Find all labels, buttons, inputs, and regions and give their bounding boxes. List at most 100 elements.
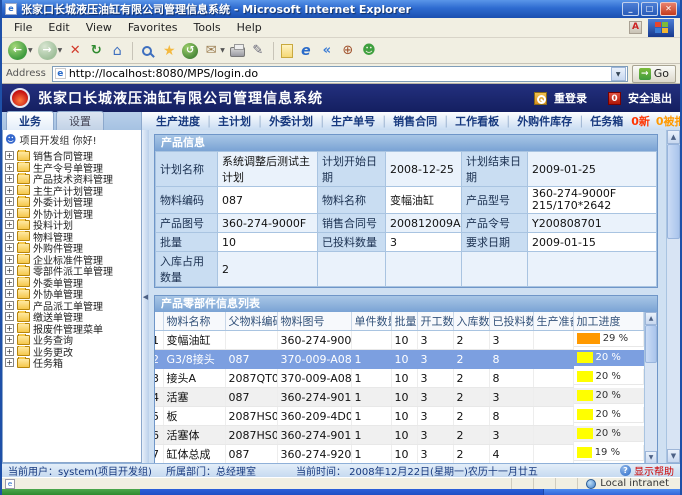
refresh-icon[interactable]: ↻ xyxy=(88,43,104,59)
acrobat-icon[interactable]: A xyxy=(629,21,642,34)
back-button[interactable]: ←▼ xyxy=(8,41,33,60)
logout-icon[interactable]: 0 xyxy=(608,92,621,105)
sidebar-item-8[interactable]: +外购件管理 xyxy=(5,242,141,254)
main-scrollbar[interactable]: ▲ ▼ xyxy=(666,130,680,463)
sidebar-item-17[interactable]: +业务更改 xyxy=(5,346,141,358)
nav-item-3[interactable]: 生产单号 xyxy=(331,115,375,128)
search-icon[interactable] xyxy=(142,46,152,56)
expand-icon[interactable]: + xyxy=(5,174,14,183)
expand-icon[interactable]: + xyxy=(5,243,14,252)
print-icon[interactable] xyxy=(230,47,245,57)
forward-dropdown-icon[interactable]: ▼ xyxy=(58,47,63,54)
menu-view[interactable]: View xyxy=(78,19,120,36)
menu-file[interactable]: File xyxy=(6,19,40,36)
start-button[interactable] xyxy=(2,489,140,495)
sidebar-item-12[interactable]: +外协单管理 xyxy=(5,288,141,300)
home-icon[interactable]: ⌂ xyxy=(109,43,125,59)
table-row[interactable]: 3接头A2087QT002370-009-A085011032820 % xyxy=(155,369,644,388)
research-icon[interactable]: ⊕ xyxy=(340,43,356,59)
expand-icon[interactable]: + xyxy=(5,266,14,275)
sidebar-item-4[interactable]: +外委计划管理 xyxy=(5,196,141,208)
sidebar-item-13[interactable]: +产品派工单管理 xyxy=(5,300,141,312)
stop-icon[interactable]: ✕ xyxy=(67,43,83,59)
scroll-thumb[interactable] xyxy=(667,144,680,239)
minimize-button[interactable]: _ xyxy=(622,2,639,16)
scroll-thumb[interactable] xyxy=(645,325,657,363)
back-dropdown-icon[interactable]: ▼ xyxy=(28,47,33,54)
expand-icon[interactable]: + xyxy=(5,347,14,356)
sidebar-item-18[interactable]: +任务箱 xyxy=(5,357,141,369)
relogin-icon[interactable] xyxy=(534,92,547,105)
table-row[interactable]: 1变幅油缸360-274-9000F1032329 % xyxy=(155,331,644,350)
forward-button[interactable]: →▼ xyxy=(38,41,63,60)
table-row[interactable]: 4活塞087360-274-9010F11032320 % xyxy=(155,388,644,407)
sidebar-item-3[interactable]: +主生产计划管理 xyxy=(5,185,141,197)
expand-icon[interactable]: + xyxy=(5,312,14,321)
scroll-up-icon[interactable]: ▲ xyxy=(667,130,680,144)
expand-icon[interactable]: + xyxy=(5,197,14,206)
sidebar-item-2[interactable]: +产品技术资料管理 xyxy=(5,173,141,185)
tab-settings[interactable]: 设置 xyxy=(56,111,104,130)
scroll-down-icon[interactable]: ▼ xyxy=(645,451,657,463)
nav-item-4[interactable]: 销售合同 xyxy=(393,115,437,128)
maximize-button[interactable]: □ xyxy=(641,2,658,16)
expand-icon[interactable]: + xyxy=(5,163,14,172)
sidebar-item-11[interactable]: +外委单管理 xyxy=(5,277,141,289)
nav-item-2[interactable]: 外委计划 xyxy=(269,115,313,128)
parts-vscrollbar[interactable]: ▲ ▼ xyxy=(644,312,657,463)
nav-item-6[interactable]: 外购件库存 xyxy=(517,115,572,128)
messenger-icon[interactable]: ☻ xyxy=(361,43,377,59)
mail-button[interactable]: ✉▼ xyxy=(203,43,225,59)
expand-icon[interactable]: + xyxy=(5,289,14,298)
menu-help[interactable]: Help xyxy=(229,19,270,36)
nav-item-1[interactable]: 主计划 xyxy=(218,115,251,128)
menu-edit[interactable]: Edit xyxy=(40,19,77,36)
splitter[interactable]: ◀ xyxy=(142,130,149,463)
sidebar-item-9[interactable]: +企业标准件管理 xyxy=(5,254,141,266)
show-help-button[interactable]: ? 显示帮助 xyxy=(620,463,674,477)
expand-icon[interactable]: + xyxy=(5,255,14,264)
nav-item-5[interactable]: 工作看板 xyxy=(455,115,499,128)
expand-icon[interactable]: + xyxy=(5,278,14,287)
relogin-button[interactable]: 重登录 xyxy=(554,90,587,106)
sidebar-item-5[interactable]: +外协计划管理 xyxy=(5,208,141,220)
sidebar-item-14[interactable]: +缴送单管理 xyxy=(5,311,141,323)
compose-icon[interactable] xyxy=(281,44,293,58)
msn-icon[interactable]: « xyxy=(319,43,335,59)
table-row[interactable]: 5板2087HS002360-209-4D01011032820 % xyxy=(155,407,644,426)
expand-icon[interactable]: + xyxy=(5,335,14,344)
expand-icon[interactable]: + xyxy=(5,220,14,229)
go-button[interactable]: →Go xyxy=(632,65,676,83)
history-icon[interactable]: ↺ xyxy=(182,43,198,59)
sidebar-item-15[interactable]: +报废件管理菜单 xyxy=(5,323,141,335)
mail-dropdown-icon[interactable]: ▼ xyxy=(220,47,225,54)
edit-icon[interactable]: ✎ xyxy=(250,43,266,59)
tab-business[interactable]: 业务 xyxy=(6,111,54,130)
expand-icon[interactable]: + xyxy=(5,301,14,310)
table-row[interactable]: 6活塞体2087HS002360-274-9011W11032320 % xyxy=(155,426,644,445)
scroll-up-icon[interactable]: ▲ xyxy=(645,312,657,325)
expand-icon[interactable]: + xyxy=(5,232,14,241)
logout-button[interactable]: 安全退出 xyxy=(628,90,672,106)
sidebar-item-6[interactable]: +投料计划 xyxy=(5,219,141,231)
address-input[interactable] xyxy=(69,67,611,81)
close-button[interactable]: ✕ xyxy=(660,2,677,16)
table-row[interactable]: 7缸体总成087360-274-9200F11032419 % xyxy=(155,445,644,464)
table-row[interactable]: 2G3/8接头087370-009-A084011032820 % xyxy=(155,350,644,369)
sidebar-item-16[interactable]: +业务查询 xyxy=(5,334,141,346)
nav-item-7[interactable]: 任务箱 xyxy=(590,115,623,128)
scroll-down-icon[interactable]: ▼ xyxy=(667,449,680,463)
expand-icon[interactable]: + xyxy=(5,209,14,218)
expand-icon[interactable]: + xyxy=(5,186,14,195)
favorites-icon[interactable]: ★ xyxy=(161,43,177,59)
menu-tools[interactable]: Tools xyxy=(186,19,229,36)
expand-icon[interactable]: + xyxy=(5,358,14,367)
expand-icon[interactable]: + xyxy=(5,324,14,333)
sidebar-item-0[interactable]: +销售合同管理 xyxy=(5,150,141,162)
expand-icon[interactable]: + xyxy=(5,151,14,160)
sidebar-item-10[interactable]: +零部件派工单管理 xyxy=(5,265,141,277)
collapse-arrow-icon[interactable]: ◀ xyxy=(143,293,148,301)
nav-item-0[interactable]: 生产进度 xyxy=(156,115,200,128)
address-dropdown-icon[interactable]: ▼ xyxy=(611,67,626,81)
menu-favorites[interactable]: Favorites xyxy=(120,19,186,36)
